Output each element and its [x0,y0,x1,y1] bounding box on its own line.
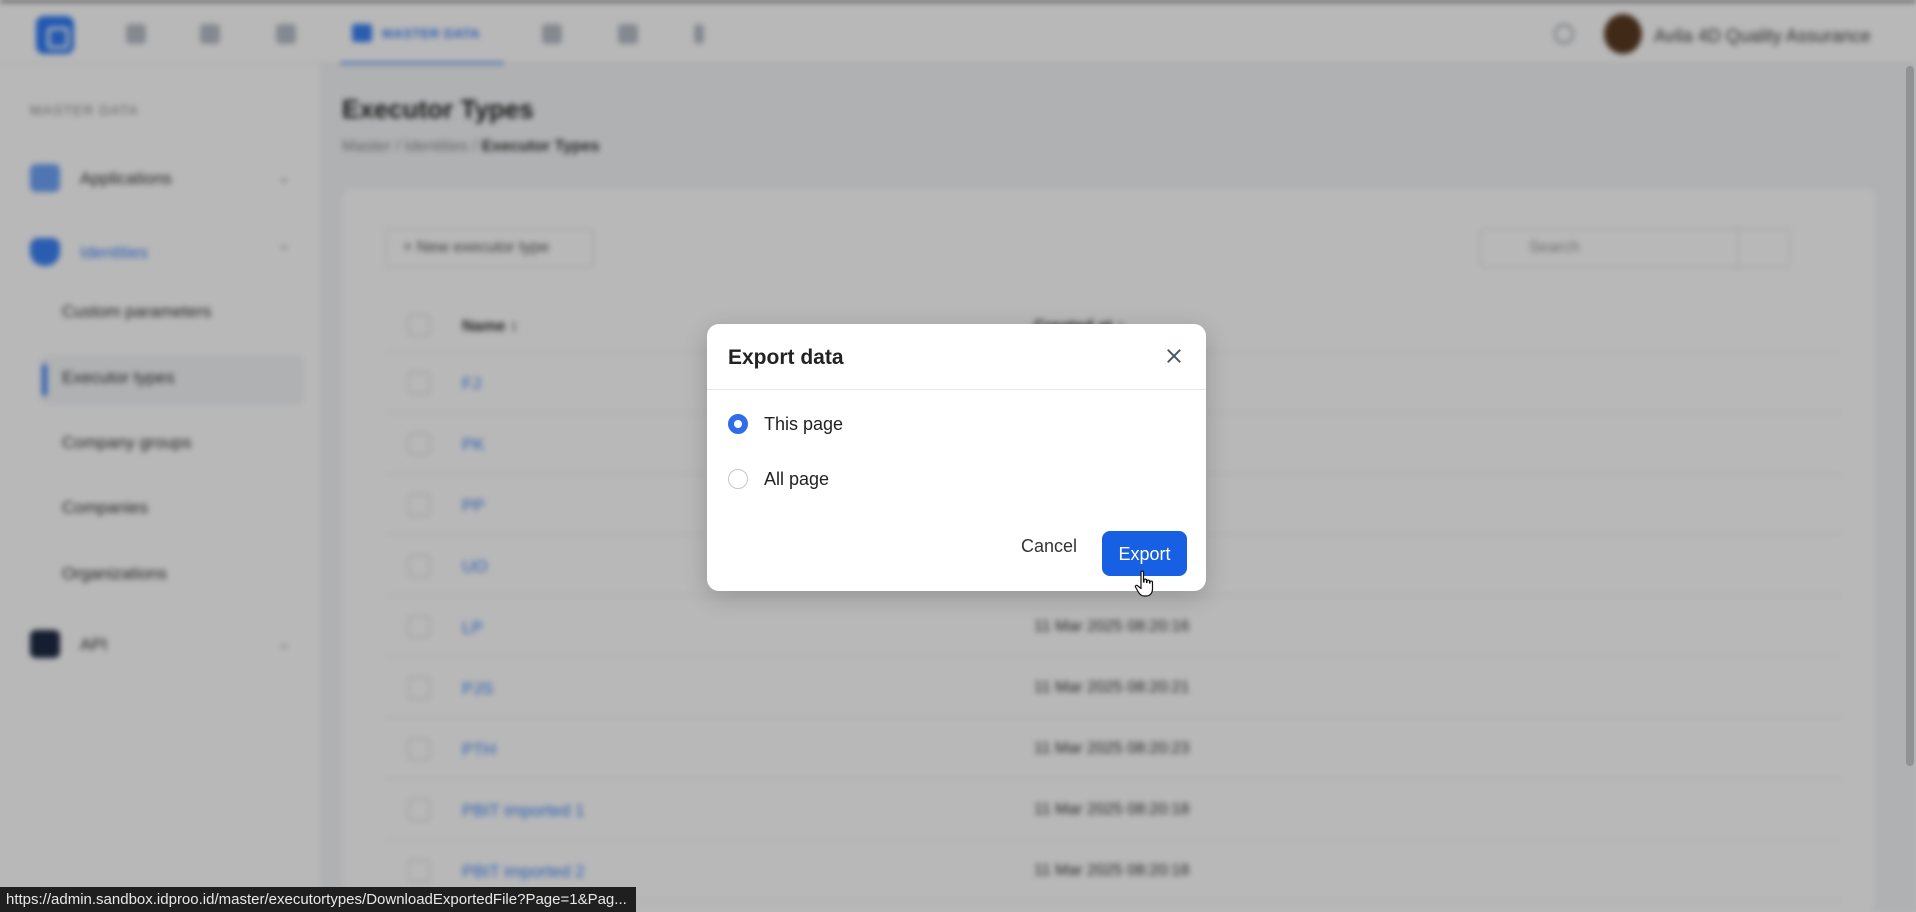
dialog-header: Export data [707,324,1206,390]
export-data-dialog: Export data This page All page Cancel Ex… [707,324,1206,591]
status-bar-url: https://admin.sandbox.idproo.id/master/e… [0,887,636,912]
dialog-title: Export data [728,346,844,369]
option-all-page-label: All page [764,469,830,489]
option-all-page[interactable]: All page [728,465,1028,493]
radio-this-page[interactable] [728,414,748,434]
cancel-button[interactable]: Cancel [1009,531,1089,561]
scrollbar-thumb[interactable] [1906,66,1914,766]
hand-cursor-icon [1134,570,1154,597]
close-icon[interactable] [1162,344,1186,368]
option-this-page[interactable]: This page [728,410,1028,438]
option-this-page-label: This page [764,414,844,434]
radio-all-page[interactable] [728,469,748,489]
